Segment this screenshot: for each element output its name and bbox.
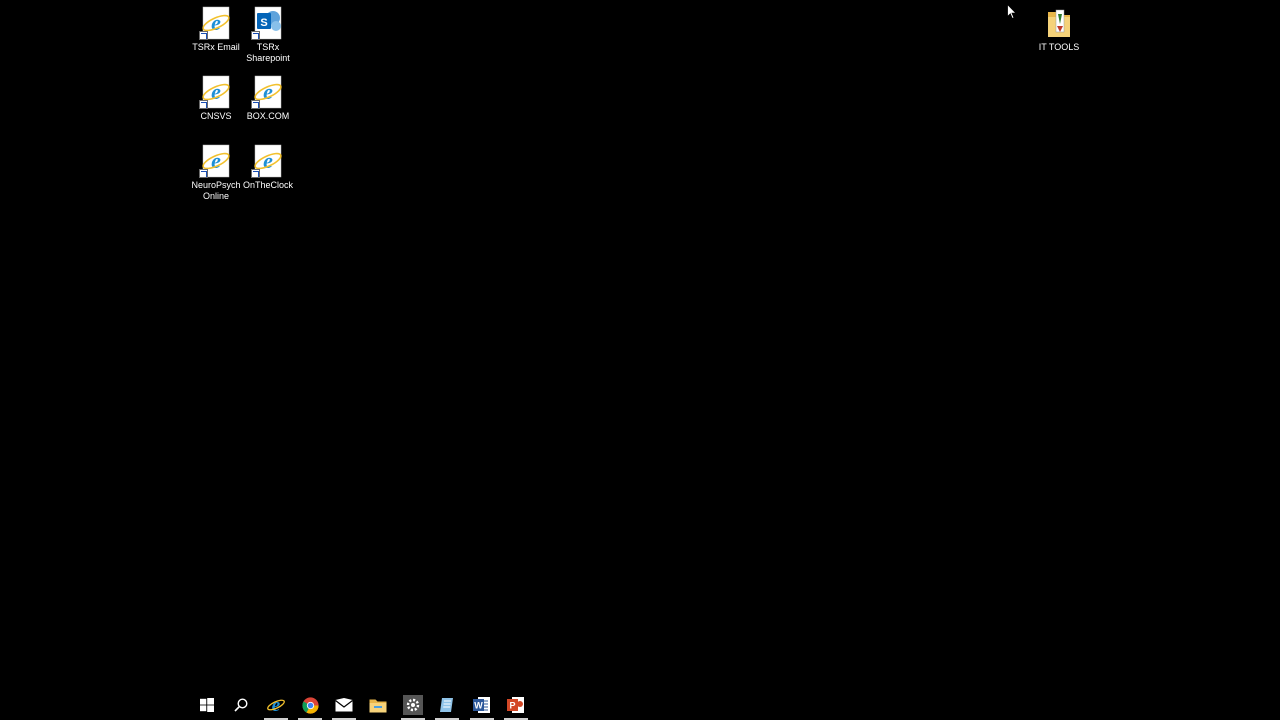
search-icon — [234, 698, 248, 712]
mail-icon — [335, 698, 353, 712]
svg-text:e: e — [211, 148, 221, 173]
windows-start-icon — [200, 698, 214, 712]
desktop-icon-label: CNSVS — [200, 111, 232, 121]
svg-text:e: e — [263, 148, 273, 173]
svg-text:W: W — [474, 701, 483, 711]
internet-explorer-icon: e — [267, 695, 285, 715]
folder-icon — [369, 699, 387, 712]
desktop-icon-label: BOX.COM — [246, 111, 290, 121]
svg-text:S: S — [260, 17, 267, 29]
svg-text:e: e — [263, 79, 273, 104]
internet-explorer-icon: e — [199, 6, 233, 40]
svg-text:e: e — [272, 695, 281, 715]
desktop-icon-box-com[interactable]: e BOX.COM — [240, 75, 296, 122]
word-icon: W — [473, 697, 490, 713]
search-button[interactable] — [224, 690, 258, 720]
taskbar-file-explorer[interactable] — [361, 690, 395, 720]
desktop-icon-tsrx-email[interactable]: e TSRx Email — [188, 6, 244, 53]
desktop-icon-neuropsych-online[interactable]: e NeuroPsych Online — [188, 144, 244, 201]
desktop-icon-label: IT TOOLS — [1038, 42, 1080, 52]
taskbar-settings[interactable] — [396, 690, 430, 720]
start-button[interactable] — [190, 690, 224, 720]
taskbar-mail[interactable] — [327, 690, 361, 720]
desktop-icon-label: OnTheClock — [242, 180, 294, 190]
internet-explorer-icon: e — [199, 144, 233, 178]
taskbar-word[interactable]: W — [465, 690, 499, 720]
folder-icon — [1042, 6, 1076, 40]
chrome-icon — [301, 696, 319, 714]
desktop-icon-label: TSRx Email — [192, 42, 240, 52]
desktop-icon-cnsvs[interactable]: e CNSVS — [188, 75, 244, 122]
desktop-icon-it-tools[interactable]: IT TOOLS — [1031, 6, 1087, 53]
notepad-icon — [440, 698, 453, 712]
taskbar-chrome[interactable] — [293, 690, 327, 720]
svg-text:e: e — [211, 10, 221, 35]
powerpoint-icon: P — [507, 697, 524, 713]
taskbar-app[interactable] — [430, 690, 464, 720]
svg-text:P: P — [509, 701, 515, 711]
gear-icon — [403, 695, 423, 715]
internet-explorer-icon: e — [251, 75, 285, 109]
mouse-cursor-icon — [1007, 4, 1017, 20]
internet-explorer-icon: e — [199, 75, 233, 109]
taskbar-internet-explorer[interactable]: e — [259, 690, 293, 720]
desktop-icon-label: NeuroPsych Online — [191, 180, 241, 201]
desktop-icon-ontheclock[interactable]: e OnTheClock — [240, 144, 296, 191]
taskbar-powerpoint[interactable]: P — [499, 690, 533, 720]
desktop-icon-tsrx-sharepoint[interactable]: S TSRx Sharepoint — [240, 6, 296, 63]
sharepoint-icon: S — [251, 6, 285, 40]
taskbar: e W P — [0, 690, 1280, 720]
desktop-icon-label: TSRx Sharepoint — [246, 42, 290, 63]
desktop: e TSRx Email S TSRx Sharepoint e CNSVS e… — [0, 0, 1280, 690]
internet-explorer-icon: e — [251, 144, 285, 178]
svg-text:e: e — [211, 79, 221, 104]
